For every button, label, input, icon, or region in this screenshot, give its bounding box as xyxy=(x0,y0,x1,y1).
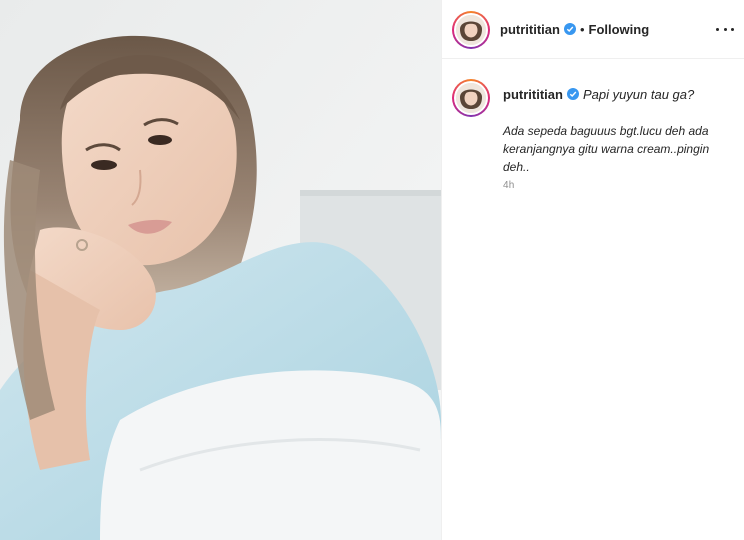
caption-author-username[interactable]: putrititian xyxy=(503,87,563,102)
post-photo[interactable] xyxy=(0,0,441,540)
caption-headline: Papi yuyun tau ga? xyxy=(582,87,695,102)
caption-body: Ada sepeda baguuus bgt.lucu deh ada kera… xyxy=(503,124,710,174)
post-photo-illustration xyxy=(0,0,441,540)
post-timestamp[interactable]: 4h xyxy=(503,180,515,191)
author-avatar[interactable] xyxy=(452,11,490,49)
post-sidebar: putrititian • Following putrititian Papi yu… xyxy=(442,0,744,540)
verified-badge-icon xyxy=(563,23,576,35)
following-button[interactable]: Following xyxy=(589,22,650,37)
more-options-icon[interactable] xyxy=(716,22,734,36)
author-username[interactable]: putrititian xyxy=(500,22,560,37)
caption-author-avatar[interactable] xyxy=(452,79,490,117)
caption-verified-badge-icon xyxy=(566,88,579,100)
post-header: putrititian • Following xyxy=(442,0,744,59)
separator-dot: • xyxy=(579,22,585,37)
